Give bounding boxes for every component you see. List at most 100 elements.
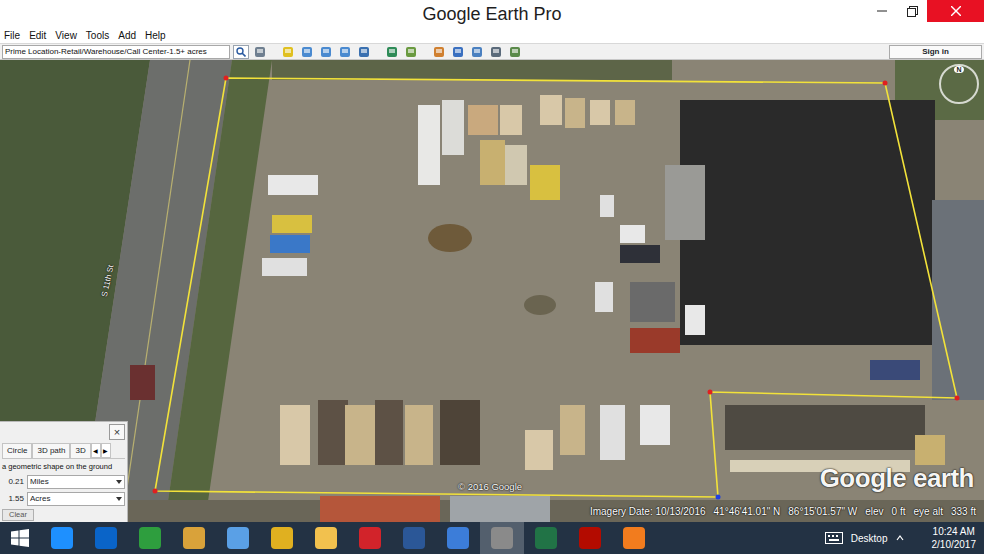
- tool-icon: [254, 46, 266, 58]
- measure-value: 0.21: [2, 476, 24, 488]
- taskbar-app[interactable]: [304, 522, 348, 554]
- ruler-tab[interactable]: 3D: [70, 443, 90, 458]
- taskbar-app[interactable]: [84, 522, 128, 554]
- compass[interactable]: N: [939, 64, 979, 104]
- ruler-hint: a geometric shape on the ground: [2, 462, 125, 472]
- ruler-tab[interactable]: 3D path: [32, 443, 70, 458]
- toolbar-button[interactable]: [507, 45, 523, 59]
- unit-label: Miles: [30, 476, 49, 488]
- status-elev-label: elev: [865, 504, 883, 519]
- menu-item[interactable]: View: [55, 28, 77, 43]
- taskbar-app[interactable]: [348, 522, 392, 554]
- system-tray: Desktop 10:24 AM2/10/2017: [825, 525, 984, 551]
- minimize-icon: [877, 6, 887, 16]
- taskbar-app[interactable]: [568, 522, 612, 554]
- tool-icon: [301, 46, 313, 58]
- toolbar-button[interactable]: [280, 45, 296, 59]
- taskbar-app[interactable]: [524, 522, 568, 554]
- desktop-toolbar[interactable]: Desktop: [851, 531, 888, 546]
- menu-item[interactable]: Add: [118, 28, 136, 43]
- google-earth-logo: Google earth: [820, 459, 974, 498]
- tool-icon: [405, 46, 417, 58]
- tool-icon: [358, 46, 370, 58]
- taskbar-app[interactable]: [216, 522, 260, 554]
- taskbar: Desktop 10:24 AM2/10/2017: [0, 522, 984, 554]
- toolbar-button[interactable]: [318, 45, 334, 59]
- start-button[interactable]: [0, 522, 40, 554]
- app-icon: [491, 527, 513, 549]
- taskbar-app[interactable]: [128, 522, 172, 554]
- toolbar: Prime Location-Retail/Warehouse/Call Cen…: [0, 43, 984, 60]
- close-button[interactable]: [927, 0, 984, 22]
- window-title: Google Earth Pro: [422, 0, 561, 28]
- tool-icon: [282, 46, 294, 58]
- toolbar-button[interactable]: [299, 45, 315, 59]
- menu-item[interactable]: File: [4, 28, 20, 43]
- minimize-button[interactable]: [867, 0, 897, 22]
- taskbar-app[interactable]: [392, 522, 436, 554]
- taskbar-app[interactable]: [172, 522, 216, 554]
- ruler-panel: × Circle3D path3D◀▶ a geometric shape on t…: [0, 421, 128, 522]
- app-icon: [315, 527, 337, 549]
- menu-item[interactable]: Edit: [29, 28, 46, 43]
- taskbar-app[interactable]: [436, 522, 480, 554]
- menu-item[interactable]: Help: [145, 28, 166, 43]
- app-icon: [183, 527, 205, 549]
- toolbar-button[interactable]: [403, 45, 419, 59]
- measure-row: 1.55 Acres: [2, 492, 125, 506]
- taskbar-app[interactable]: [260, 522, 304, 554]
- taskbar-app[interactable]: [40, 522, 84, 554]
- toolbar-button[interactable]: [431, 45, 447, 59]
- keyboard-icon[interactable]: [825, 532, 843, 544]
- copyright: © 2016 Google: [458, 480, 522, 494]
- toolbar-button[interactable]: [488, 45, 504, 59]
- toolbar-button[interactable]: [252, 45, 268, 59]
- ruler-tab[interactable]: Circle: [2, 443, 32, 458]
- window-controls: [867, 0, 984, 22]
- tab-scroll-right[interactable]: ▶: [101, 443, 111, 458]
- unit-label: Acres: [30, 493, 50, 505]
- tool-icon: [320, 46, 332, 58]
- search-icon: [236, 47, 246, 57]
- unit-select[interactable]: Acres: [27, 492, 125, 506]
- taskbar-app[interactable]: [480, 522, 524, 554]
- tool-icon: [386, 46, 398, 58]
- toolbar-button[interactable]: [337, 45, 353, 59]
- tool-icon: [490, 46, 502, 58]
- app-icon: [139, 527, 161, 549]
- toolbar-button[interactable]: [384, 45, 400, 59]
- close-icon: [951, 6, 961, 16]
- clock[interactable]: 10:24 AM2/10/2017: [912, 525, 977, 551]
- status-imagery-date: Imagery Date: 10/13/2016: [590, 504, 706, 519]
- app-icon: [95, 527, 117, 549]
- measure-value: 1.55: [2, 493, 24, 505]
- toolbar-button[interactable]: [469, 45, 485, 59]
- compass-label: N: [954, 66, 963, 73]
- status-elev: 0 ft: [892, 504, 906, 519]
- chevron-up-icon[interactable]: [896, 534, 904, 542]
- status-lat: 41°46'41.01" N: [714, 504, 781, 519]
- clock-time: 10:24 AM: [932, 525, 977, 538]
- dropdown-arrow-icon: [116, 480, 122, 484]
- app-icon: [359, 527, 381, 549]
- ruler-close-button[interactable]: ×: [109, 424, 125, 440]
- toolbar-button[interactable]: [450, 45, 466, 59]
- map-view[interactable]: S 11th StN© 2016 GoogleGoogle earthImage…: [0, 60, 984, 522]
- app-icon: [227, 527, 249, 549]
- status-eye-alt-label: eye alt: [914, 504, 943, 519]
- clear-button[interactable]: Clear: [2, 509, 34, 521]
- restore-button[interactable]: [897, 0, 927, 22]
- toolbar-button[interactable]: [356, 45, 372, 59]
- app-icon: [623, 527, 645, 549]
- sign-in-button[interactable]: Sign in: [889, 45, 982, 59]
- ruler-tabs: Circle3D path3D◀▶: [2, 443, 125, 459]
- measure-row: 0.21 Miles: [2, 475, 125, 489]
- search-button[interactable]: [233, 45, 249, 59]
- menu-item[interactable]: Tools: [86, 28, 109, 43]
- search-field[interactable]: Prime Location-Retail/Warehouse/Call Cen…: [2, 45, 230, 59]
- taskbar-app[interactable]: [612, 522, 656, 554]
- unit-select[interactable]: Miles: [27, 475, 125, 489]
- tab-scroll-left[interactable]: ◀: [91, 443, 101, 458]
- tool-icon: [339, 46, 351, 58]
- satellite-image: [0, 60, 984, 522]
